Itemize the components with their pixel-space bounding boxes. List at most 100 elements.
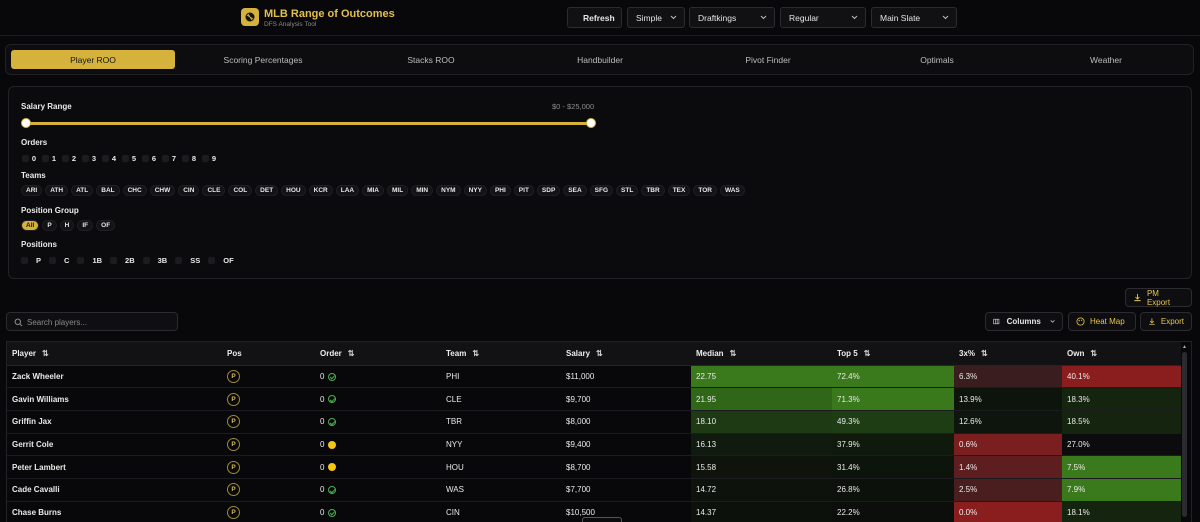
table-row[interactable]: Peter Lambert P 0 HOU $8,700 15.58 31.4% 1.4% 7.…: [7, 455, 1181, 479]
order-checkbox-4[interactable]: 4: [101, 153, 116, 164]
sort-icon[interactable]: ⇅: [1090, 349, 1097, 358]
team-chip-det[interactable]: DET: [255, 185, 279, 196]
scroll-up-arrow-icon[interactable]: ▲: [1182, 344, 1187, 350]
tab-player-roo[interactable]: Player ROO: [11, 50, 175, 69]
sort-icon[interactable]: ⇅: [596, 349, 603, 358]
median-cell: 18.10: [691, 410, 832, 434]
search-input[interactable]: [27, 316, 172, 328]
team-chip-sea[interactable]: SEA: [563, 185, 587, 196]
team-chip-phi[interactable]: PHI: [489, 185, 511, 196]
site-select[interactable]: Draftkings: [689, 7, 775, 28]
own-cell: 27.0%: [1062, 433, 1181, 457]
pos-cell: P: [222, 433, 315, 457]
sort-icon[interactable]: ⇅: [981, 349, 988, 358]
team-chip-sdp[interactable]: SDP: [536, 185, 561, 196]
position-group-chip-all[interactable]: All: [21, 220, 40, 231]
tab-weather[interactable]: Weather: [1022, 50, 1190, 69]
position-checkbox-c[interactable]: C: [49, 255, 69, 266]
order-checkbox-1[interactable]: 1: [41, 153, 56, 164]
col-header-salary[interactable]: Salary ⇅: [561, 342, 691, 366]
mode-select[interactable]: Simple: [627, 7, 685, 28]
position-checkbox-3b[interactable]: 3B: [143, 255, 168, 266]
position-group-chip-if[interactable]: IF: [77, 220, 94, 231]
tab-pivot-finder[interactable]: Pivot Finder: [684, 50, 852, 69]
col-header-3x[interactable]: 3x% ⇅: [954, 342, 1062, 366]
team-chip-nym[interactable]: NYM: [436, 185, 461, 196]
table-row[interactable]: Gerrit Cole P 0 NYY $9,400 16.13 37.9% 0.6% 27.0…: [7, 433, 1181, 457]
main-tabs: Player ROO Scoring Percentages Stacks RO…: [5, 44, 1194, 75]
table-scrollbar[interactable]: [1182, 352, 1187, 517]
col-header-team[interactable]: Team ⇅: [441, 342, 561, 366]
export-button[interactable]: Export: [1140, 312, 1192, 331]
tab-optimals[interactable]: Optimals: [852, 50, 1022, 69]
salary-slider-track[interactable]: [26, 122, 592, 125]
sort-icon[interactable]: ⇅: [730, 349, 737, 358]
col-header-top5[interactable]: Top 5 ⇅: [832, 342, 954, 366]
order-checkbox-2[interactable]: 2: [61, 153, 76, 164]
col-header-order[interactable]: Order ⇅: [315, 342, 441, 366]
tab-scoring-percentages[interactable]: Scoring Percentages: [181, 50, 345, 69]
team-chip-kcr[interactable]: KCR: [308, 185, 333, 196]
position-group-chip-p[interactable]: P: [42, 220, 57, 231]
order-checkbox-8[interactable]: 8: [181, 153, 196, 164]
team-chip-chw[interactable]: CHW: [149, 185, 176, 196]
refresh-button[interactable]: Refresh: [567, 7, 622, 28]
team-chip-tex[interactable]: TEX: [667, 185, 691, 196]
position-checkbox-of[interactable]: OF: [208, 255, 233, 266]
order-checkbox-6[interactable]: 6: [141, 153, 156, 164]
game-type-select[interactable]: Regular: [780, 7, 866, 28]
team-chip-tbr[interactable]: TBR: [641, 185, 665, 196]
col-header-player[interactable]: Player ⇅: [7, 342, 222, 366]
team-chip-col[interactable]: COL: [228, 185, 253, 196]
team-chip-stl[interactable]: STL: [616, 185, 639, 196]
table-row[interactable]: Gavin Williams P 0 CLE $9,700 21.95 71.3% 13.9%…: [7, 387, 1181, 411]
pm-export-button[interactable]: PM Export: [1125, 288, 1192, 307]
col-header-own[interactable]: Own ⇅: [1062, 342, 1181, 366]
slate-select[interactable]: Main Slate: [871, 7, 957, 28]
order-checkbox-0[interactable]: 0: [21, 153, 36, 164]
team-chip-cin[interactable]: CIN: [178, 185, 200, 196]
team-chip-bal[interactable]: BAL: [96, 185, 120, 196]
team-chip-ari[interactable]: ARI: [21, 185, 43, 196]
team-chip-mil[interactable]: MIL: [387, 185, 409, 196]
sort-icon[interactable]: ⇅: [42, 349, 49, 358]
table-row[interactable]: Griffin Jax P 0 TBR $8,000 18.10 49.3% 12.6% 18.…: [7, 410, 1181, 434]
col-header-median[interactable]: Median ⇅: [691, 342, 832, 366]
sort-icon[interactable]: ⇅: [348, 349, 355, 358]
team-chip-cle[interactable]: CLE: [202, 185, 226, 196]
team-chip-was[interactable]: WAS: [719, 185, 745, 196]
order-checkbox-5[interactable]: 5: [121, 153, 136, 164]
heat-map-button[interactable]: Heat Map: [1068, 312, 1136, 331]
tab-handbuilder[interactable]: Handbuilder: [516, 50, 684, 69]
salary-slider-max-handle[interactable]: [586, 118, 596, 128]
table-row[interactable]: Zack Wheeler P 0 PHI $11,000 22.75 72.4% 6.3% 40…: [7, 365, 1181, 389]
order-checkbox-7[interactable]: 7: [161, 153, 176, 164]
team-chip-pit[interactable]: PIT: [513, 185, 534, 196]
team-cell: HOU: [441, 455, 561, 479]
order-checkbox-3[interactable]: 3: [81, 153, 96, 164]
team-chip-hou[interactable]: HOU: [281, 185, 306, 196]
team-chip-min[interactable]: MIN: [411, 185, 434, 196]
position-checkbox-1b[interactable]: 1B: [77, 255, 102, 266]
team-chip-atl[interactable]: ATL: [71, 185, 94, 196]
sort-icon[interactable]: ⇅: [472, 349, 479, 358]
team-chip-mia[interactable]: MIA: [362, 185, 384, 196]
sort-icon[interactable]: ⇅: [864, 349, 871, 358]
team-chip-tor[interactable]: TOR: [693, 185, 717, 196]
team-chip-laa[interactable]: LAA: [335, 185, 360, 196]
team-chip-nyy[interactable]: NYY: [463, 185, 487, 196]
order-checkbox-9[interactable]: 9: [201, 153, 216, 164]
tab-stacks-roo[interactable]: Stacks ROO: [346, 50, 516, 69]
columns-button[interactable]: Columns: [985, 312, 1063, 331]
position-group-chip-h[interactable]: H: [59, 220, 75, 231]
player-search[interactable]: [6, 312, 178, 331]
team-chip-sfg[interactable]: SFG: [589, 185, 614, 196]
position-checkbox-ss[interactable]: SS: [175, 255, 200, 266]
position-group-chip-of[interactable]: OF: [96, 220, 116, 231]
position-checkbox-2b[interactable]: 2B: [110, 255, 135, 266]
team-chip-ath[interactable]: ATH: [45, 185, 69, 196]
position-checkbox-p[interactable]: P: [21, 255, 41, 266]
table-row[interactable]: Cade Cavalli P 0 WAS $7,700 14.72 26.8% 2.5% 7.9…: [7, 478, 1181, 502]
team-chip-chc[interactable]: CHC: [122, 185, 147, 196]
salary-slider-min-handle[interactable]: [21, 118, 31, 128]
